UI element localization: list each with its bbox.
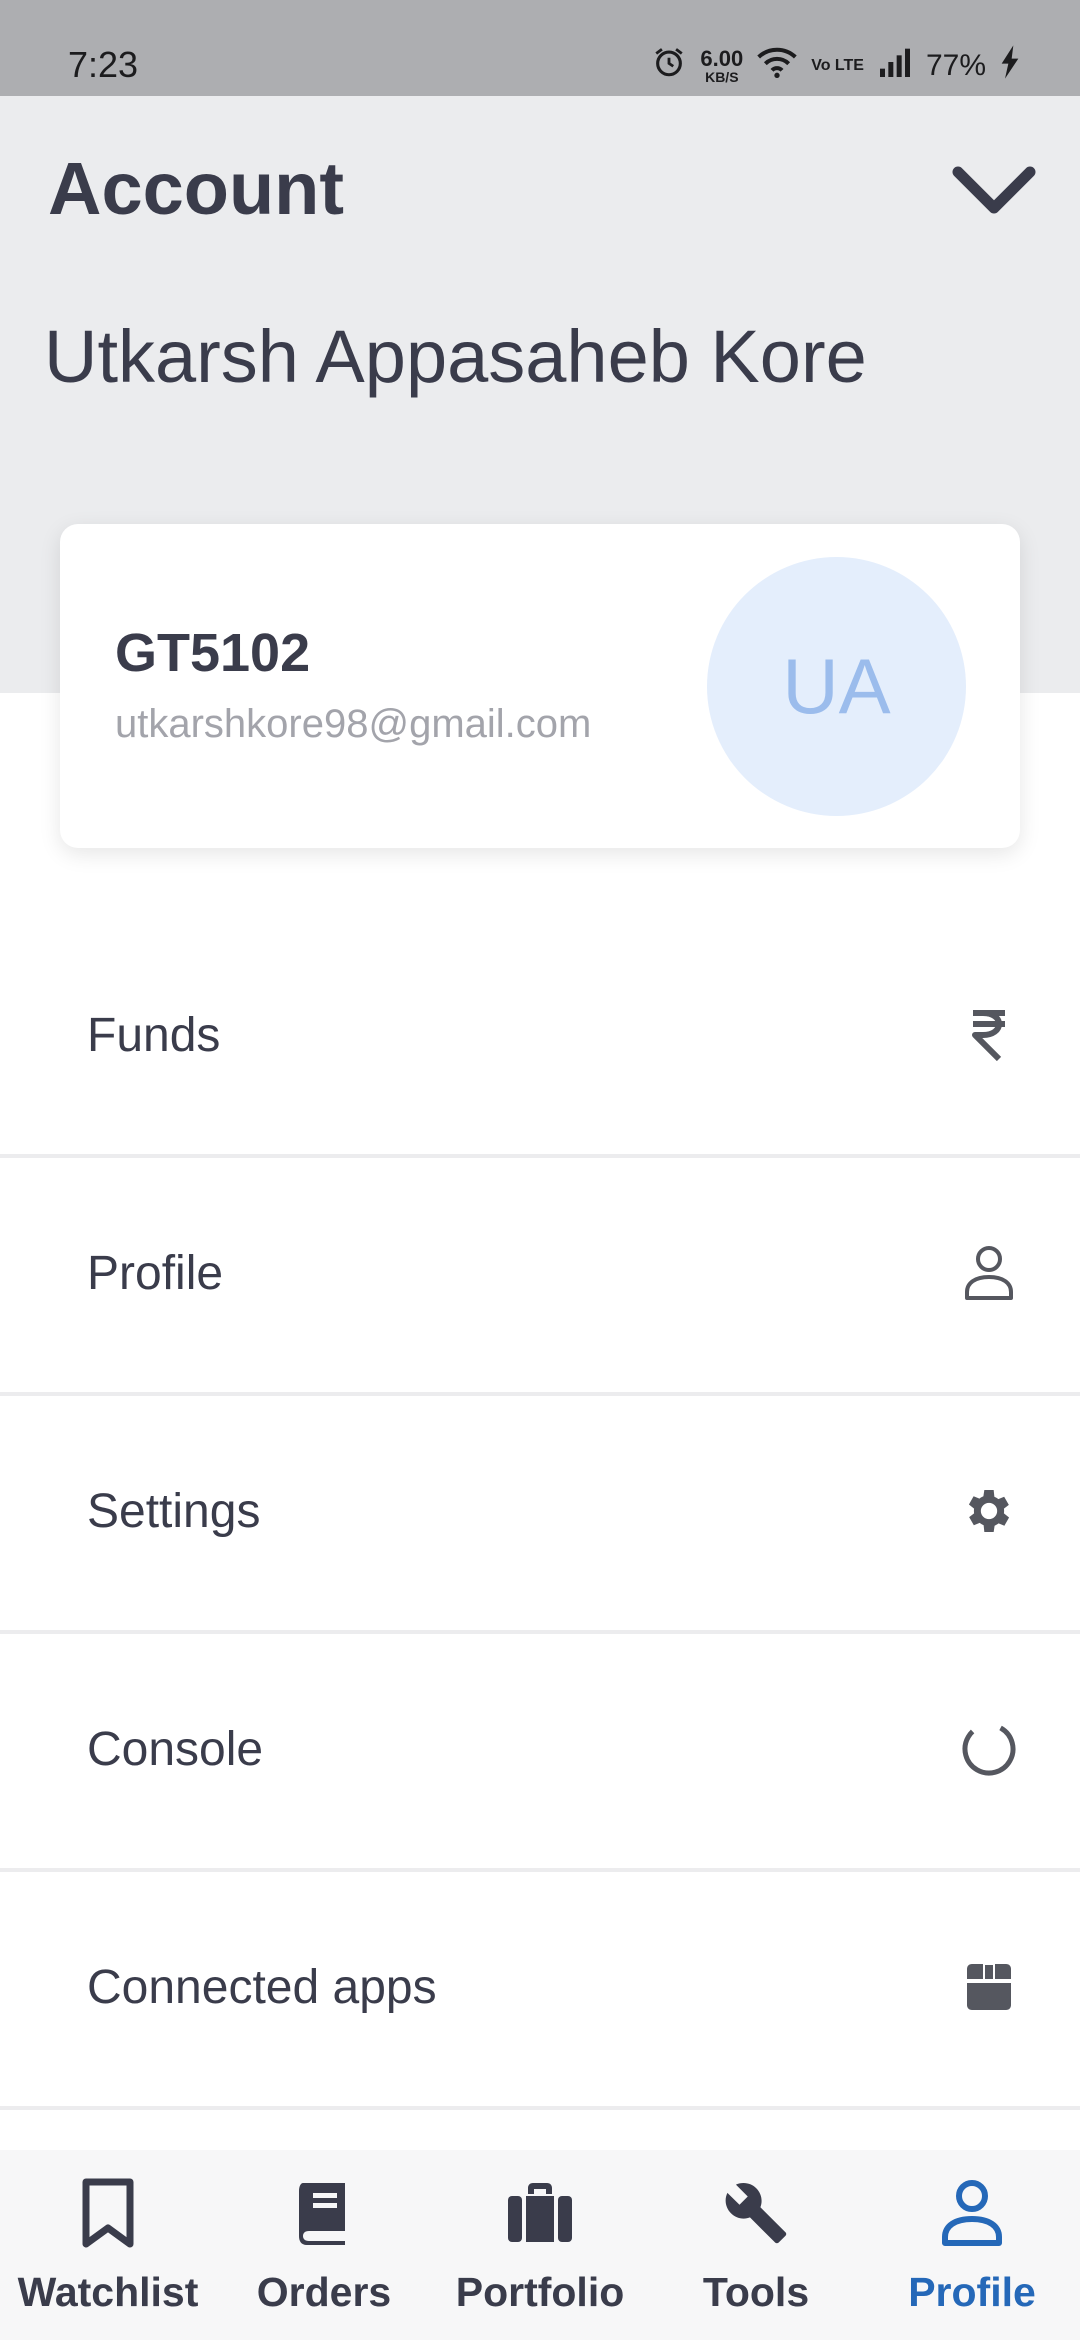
- status-bar: 7:23 6.00 KB/S Vo LTE 77%: [0, 0, 1080, 96]
- gear-icon: [956, 1478, 1022, 1544]
- nav-label: Profile: [908, 2269, 1036, 2315]
- network-speed: 6.00 KB/S: [700, 46, 744, 85]
- person-icon: [934, 2175, 1010, 2251]
- menu-item-profile[interactable]: Profile: [0, 1158, 1080, 1396]
- signal-icon: [878, 47, 912, 85]
- menu-item-label: Profile: [87, 1247, 224, 1300]
- menu-item-connected-apps[interactable]: Connected apps: [0, 1872, 1080, 2110]
- account-menu: Funds Profile Settings Console Connected…: [0, 920, 1080, 2110]
- nav-label: Watchlist: [17, 2269, 199, 2315]
- menu-item-label: Console: [87, 1723, 264, 1776]
- menu-item-settings[interactable]: Settings: [0, 1396, 1080, 1634]
- nav-watchlist[interactable]: Watchlist: [0, 2150, 216, 2340]
- nav-tools[interactable]: Tools: [648, 2150, 864, 2340]
- book-icon: [286, 2175, 362, 2251]
- menu-item-label: Funds: [87, 1009, 221, 1062]
- menu-item-label: Connected apps: [87, 1961, 437, 2014]
- battery-level: 77%: [925, 49, 986, 82]
- wifi-icon: [757, 45, 797, 87]
- alarm-icon: [652, 45, 686, 87]
- network-speed-unit: KB/S: [705, 69, 739, 85]
- briefcase-icon: [502, 2175, 578, 2251]
- box-icon: [956, 1954, 1022, 2020]
- network-speed-value: 6.00: [700, 46, 744, 71]
- user-id: GT5102: [115, 623, 311, 683]
- menu-item-console[interactable]: Console: [0, 1634, 1080, 1872]
- rupee-icon: [956, 1002, 1022, 1068]
- menu-item-funds[interactable]: Funds: [0, 920, 1080, 1158]
- nav-label: Tools: [702, 2269, 810, 2315]
- nav-label: Portfolio: [455, 2269, 625, 2315]
- nav-orders[interactable]: Orders: [216, 2150, 432, 2340]
- status-time: 7:23: [68, 44, 139, 85]
- circle-progress-icon: [956, 1716, 1022, 1782]
- bookmark-icon: [70, 2175, 146, 2251]
- nav-profile[interactable]: Profile: [864, 2150, 1080, 2340]
- wrench-icon: [718, 2175, 794, 2251]
- user-email: utkarshkore98@gmail.com: [115, 702, 592, 746]
- collapse-button[interactable]: [946, 156, 1042, 228]
- page-title: Account: [48, 147, 344, 230]
- volte-indicator: Vo LTE: [811, 56, 864, 74]
- status-icons: 6.00 KB/S Vo LTE 77%: [652, 42, 1020, 90]
- avatar[interactable]: UA: [707, 557, 966, 816]
- nav-label: Orders: [256, 2269, 392, 2315]
- charging-icon: [1000, 45, 1020, 87]
- person-outline-icon: [956, 1240, 1022, 1306]
- chevron-down-icon: [952, 164, 1036, 221]
- nav-portfolio[interactable]: Portfolio: [432, 2150, 648, 2340]
- account-card[interactable]: GT5102 utkarshkore98@gmail.com UA: [60, 524, 1020, 848]
- user-full-name: Utkarsh Appasaheb Kore: [44, 315, 867, 398]
- menu-item-label: Settings: [87, 1485, 261, 1538]
- bottom-navigation: Watchlist Orders Portfolio Tools Profile: [0, 2150, 1080, 2340]
